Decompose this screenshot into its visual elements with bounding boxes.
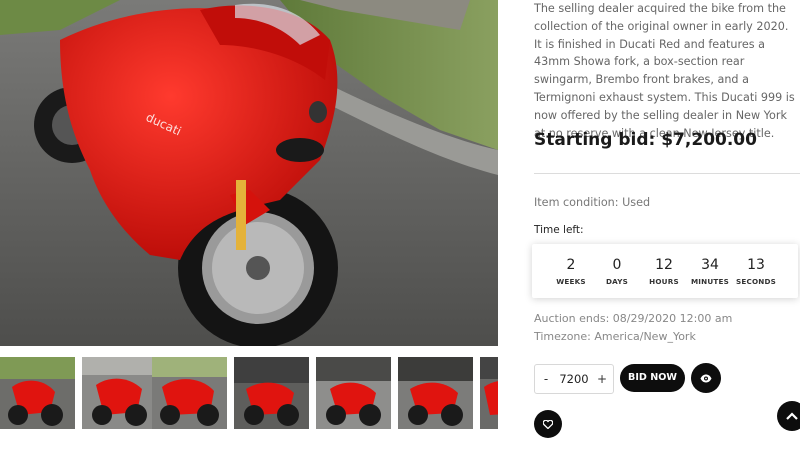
- countdown-unit: SECONDS: [735, 277, 777, 286]
- auction-countdown: 2 WEEKS 0 DAYS 12 HOURS 34 MINUTES 13 SE…: [532, 244, 798, 298]
- listing-description: The selling dealer acquired the bike fro…: [534, 2, 795, 140]
- countdown-days: 0 DAYS: [593, 256, 641, 286]
- thumbnail-3[interactable]: [152, 357, 227, 429]
- countdown-unit: DAYS: [605, 277, 629, 286]
- bid-now-button[interactable]: BID NOW: [620, 364, 685, 392]
- auction-end-date: Auction ends: 08/29/2020 12:00 am: [534, 312, 733, 325]
- main-product-image[interactable]: ducati: [0, 0, 498, 346]
- scroll-to-top-button[interactable]: [777, 401, 800, 431]
- motorcycle-photo: ducati: [0, 0, 498, 346]
- countdown-value: 13: [747, 257, 765, 273]
- countdown-value: 0: [612, 257, 622, 273]
- thumbnail-strip: [0, 357, 498, 429]
- countdown-unit: HOURS: [649, 277, 679, 286]
- bid-amount-input[interactable]: [555, 365, 593, 393]
- time-left-label: Time left:: [534, 224, 584, 236]
- countdown-value: 34: [701, 257, 719, 273]
- thumbnail-5[interactable]: [316, 357, 391, 429]
- decrease-bid-button[interactable]: -: [537, 365, 555, 393]
- countdown-value: 12: [655, 257, 673, 273]
- countdown-minutes: 34 MINUTES: [686, 256, 734, 286]
- thumbnail-2[interactable]: [82, 357, 157, 429]
- heart-icon: [534, 410, 562, 438]
- favorite-button[interactable]: [534, 410, 562, 438]
- chevron-up-icon: [777, 401, 800, 431]
- countdown-value: 2: [566, 257, 576, 273]
- countdown-unit: WEEKS: [556, 277, 586, 286]
- thumbnail-1[interactable]: [0, 357, 75, 429]
- starting-bid: Starting bid: $7,200.00: [534, 130, 757, 150]
- thumbnail-4[interactable]: [234, 357, 309, 429]
- divider: [534, 173, 800, 174]
- thumbnail-6[interactable]: [398, 357, 473, 429]
- watch-button[interactable]: [691, 363, 721, 393]
- countdown-hours: 12 HOURS: [640, 256, 688, 286]
- item-condition: Item condition: Used: [534, 196, 651, 209]
- thumbnail-7[interactable]: [480, 357, 498, 429]
- auction-timezone: Timezone: America/New_York: [534, 330, 696, 343]
- countdown-weeks: 2 WEEKS: [547, 256, 595, 286]
- increase-bid-button[interactable]: +: [593, 365, 611, 393]
- countdown-unit: MINUTES: [690, 277, 730, 286]
- eye-icon: [691, 363, 721, 393]
- countdown-seconds: 13 SECONDS: [732, 256, 780, 286]
- bid-amount-stepper: - +: [534, 364, 614, 394]
